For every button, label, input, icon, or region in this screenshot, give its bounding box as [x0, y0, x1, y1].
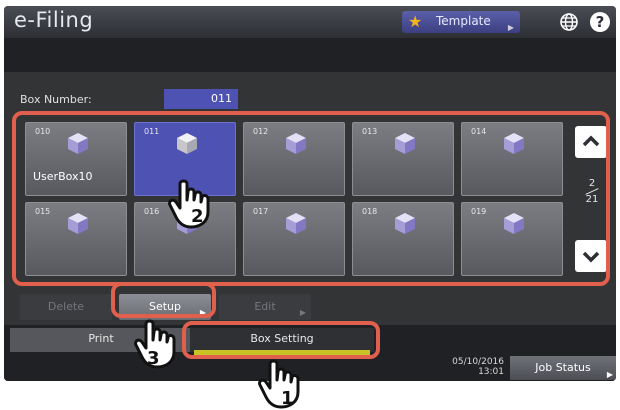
box-number-label: Box Number: [20, 93, 92, 106]
edit-button[interactable]: Edit ▶ [219, 294, 311, 320]
submenu-arrow-icon: ▶ [507, 23, 514, 32]
highlight-box-grid [12, 111, 610, 286]
callout-number: 3 [147, 348, 160, 369]
star-icon: ★ [408, 12, 423, 31]
job-status-button[interactable]: Job Status ▶ [510, 356, 616, 380]
date-time: 05/10/2016 13:01 [434, 357, 504, 377]
delete-button[interactable]: Delete [20, 294, 112, 320]
title-bar: e-Filing ★ Template ▶ ? [4, 6, 616, 38]
globe-icon[interactable] [559, 12, 579, 32]
job-status-label: Job Status [535, 361, 591, 374]
callout-number: 1 [281, 388, 294, 409]
time: 13:01 [478, 367, 504, 377]
template-button[interactable]: ★ Template ▶ [402, 11, 520, 33]
help-icon[interactable]: ? [590, 12, 610, 32]
submenu-arrow-icon: ▶ [606, 370, 613, 379]
callout-number: 2 [191, 206, 204, 227]
edit-label: Edit [254, 300, 276, 313]
hand-pointer-icon: 3 [134, 319, 176, 369]
highlight-box-setting-tab [182, 321, 380, 359]
template-label: Template [436, 14, 491, 28]
hand-pointer-icon: 1 [258, 359, 300, 409]
box-number-field[interactable]: 011 [164, 89, 238, 109]
hand-pointer-icon: 2 [168, 179, 210, 229]
message-band [4, 38, 616, 72]
highlight-setup-button [111, 282, 216, 318]
date: 05/10/2016 [452, 357, 504, 367]
app-title: e-Filing [14, 8, 94, 32]
